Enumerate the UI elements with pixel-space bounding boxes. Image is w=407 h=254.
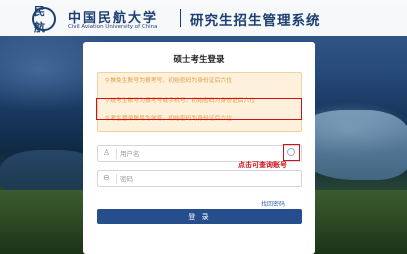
notice-item: ⚲推免生账号为报考号，初始密码为身份证后六位 [105,77,297,85]
forgot-password-link[interactable]: 找回密码 [261,199,285,208]
notice-highlight-box [96,98,302,120]
field-divider [116,149,117,159]
user-icon: ♙ [103,148,111,157]
university-name-en: Civil Aviation University of China [68,24,158,30]
notice-text: 推免生账号为报考号，初始密码为身份证后六位 [110,78,232,84]
password-field[interactable]: ⊖ [97,170,302,187]
site-header: 民航 中国民航大学 Civil Aviation University of C… [0,0,407,36]
lock-icon: ⊖ [103,173,110,182]
login-card: 硕士考生登录 ⚲推免生账号为报考号，初始密码为身份证后六位 ⚲统考生账号为报考号… [83,42,315,254]
query-account-hint: 点击可查询账号 [238,161,287,169]
query-account-icon[interactable] [287,148,295,156]
system-title: 研究生招生管理系统 [190,13,321,29]
pin-icon: ⚲ [105,78,110,84]
password-input[interactable] [120,172,270,185]
header-divider [180,9,181,27]
university-logo-icon: 民航 [32,5,56,34]
field-divider [116,174,117,184]
query-account-highlight [283,144,300,161]
login-title: 硕士考生登录 [173,55,225,65]
login-button[interactable]: 登 录 [97,209,302,224]
username-input[interactable] [120,147,270,160]
